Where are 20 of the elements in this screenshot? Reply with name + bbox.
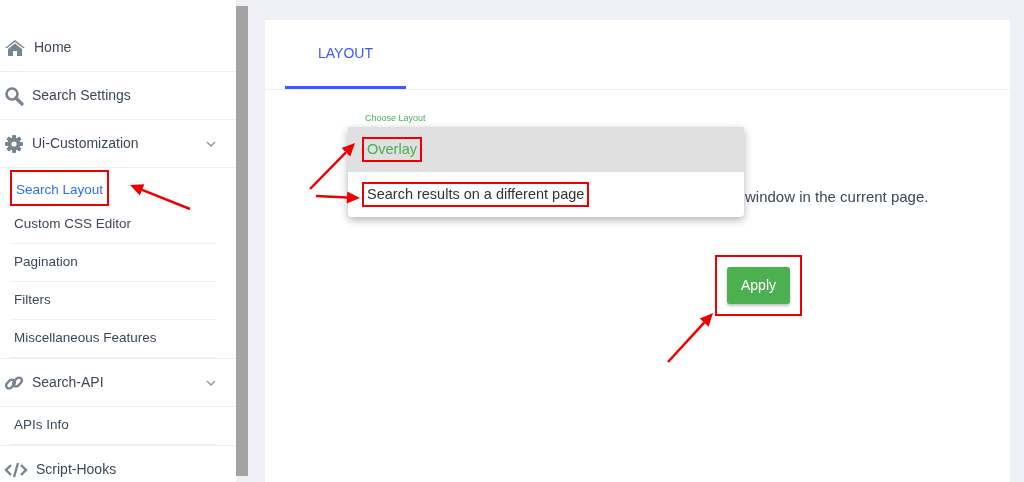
tab[interactable]: LAYOUT bbox=[285, 20, 406, 89]
code-icon bbox=[4, 460, 28, 479]
settings-icon bbox=[4, 133, 24, 154]
option-label: Search results on a different page bbox=[362, 181, 590, 208]
sidebar-item[interactable]: Miscellaneous Features bbox=[10, 320, 216, 358]
sidebar-item[interactable]: Pagination bbox=[10, 244, 216, 282]
description-text: window in the current page. bbox=[745, 187, 929, 207]
sidebar-item[interactable]: Ui-Customization bbox=[0, 120, 236, 168]
option-label: Overlay bbox=[362, 136, 422, 163]
sidebar-item[interactable]: APIs Info bbox=[10, 407, 216, 445]
dropdown-option[interactable]: Search results on a different page bbox=[348, 172, 744, 217]
field-label: Choose Layout bbox=[365, 112, 426, 125]
scrollbar[interactable] bbox=[236, 6, 248, 476]
annotation-arrow bbox=[667, 313, 713, 363]
home-icon bbox=[4, 38, 26, 57]
search-icon bbox=[4, 85, 24, 106]
sidebar-item[interactable]: Filters bbox=[10, 282, 216, 320]
sidebar-item[interactable]: Search Layout bbox=[10, 170, 110, 206]
sidebar-item[interactable]: Custom CSS Editor bbox=[10, 206, 216, 244]
annotation-arrow bbox=[130, 184, 191, 211]
